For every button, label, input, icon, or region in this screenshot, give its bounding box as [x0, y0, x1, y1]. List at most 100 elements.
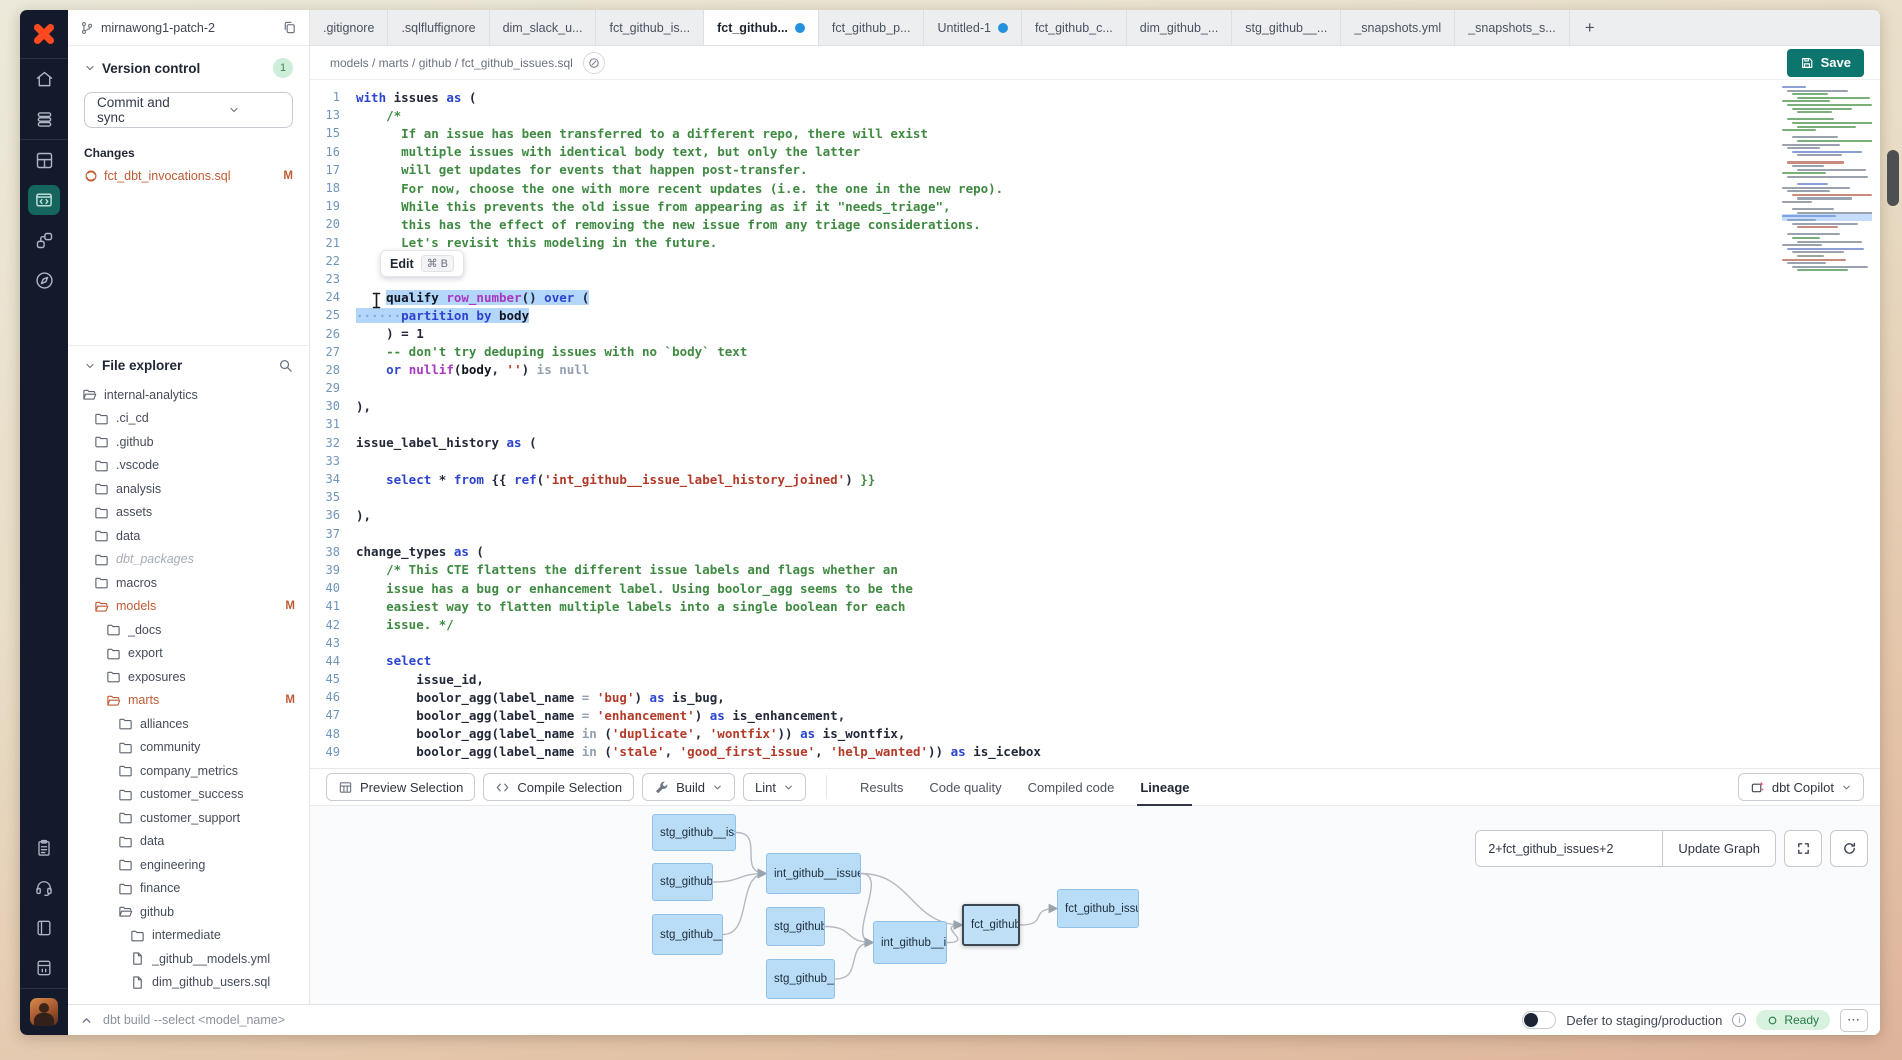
code-line[interactable]: 34 select * from {{ ref('int_github__iss… [310, 470, 1880, 488]
version-control-header[interactable]: Version control 1 [84, 58, 293, 78]
file-explorer-header[interactable]: File explorer [68, 358, 309, 373]
editor-tab[interactable]: .sqlfluffignore [388, 10, 489, 45]
code-line[interactable]: 26 ) = 1 [310, 324, 1880, 342]
update-graph-button[interactable]: Update Graph [1662, 831, 1775, 866]
code-line[interactable]: 41 easiest way to flatten multiple label… [310, 597, 1880, 615]
code-editor[interactable]: 1with issues as (13 /*15 If an issue has… [310, 80, 1880, 768]
panel-tab-compiled-code[interactable]: Compiled code [1015, 768, 1128, 806]
code-line[interactable]: 48 boolor_agg(label_name in ('duplicate'… [310, 725, 1880, 743]
file-tree-folder[interactable]: _docs [68, 618, 309, 642]
panel-tab-lineage[interactable]: Lineage [1127, 768, 1202, 806]
code-line[interactable]: 16 multiple issues with identical body t… [310, 143, 1880, 161]
lineage-node[interactable]: stg_github_... [652, 863, 713, 901]
file-tree-folder[interactable]: company_metrics [68, 759, 309, 783]
code-line[interactable]: 25······partition by body [310, 306, 1880, 324]
edit-button[interactable]: Edit [390, 257, 414, 271]
more-options-button[interactable]: ⋯ [1840, 1009, 1868, 1032]
file-tree-folder[interactable]: .ci_cd [68, 407, 309, 431]
collapse-chevron-icon[interactable] [80, 1014, 93, 1027]
editor-tab[interactable]: fct_github_p... [819, 10, 925, 45]
editor-tab[interactable]: .gitignore [310, 10, 388, 45]
editor-tab[interactable]: stg_github__... [1232, 10, 1341, 45]
tasks-icon[interactable] [20, 828, 68, 868]
save-button[interactable]: Save [1787, 49, 1864, 77]
file-tree-folder[interactable]: export [68, 642, 309, 666]
user-avatar[interactable] [20, 989, 68, 1035]
library-icon[interactable] [20, 948, 68, 988]
code-line[interactable]: 37 [310, 525, 1880, 543]
lineage-node[interactable]: fct_github_... [962, 904, 1020, 946]
code-line[interactable]: 39 /* This CTE flattens the different is… [310, 561, 1880, 579]
dashboard-icon[interactable] [20, 140, 68, 180]
code-line[interactable]: 42 issue. */ [310, 615, 1880, 633]
code-line[interactable]: 43 [310, 634, 1880, 652]
code-line[interactable]: 18 For now, choose the one with more rec… [310, 179, 1880, 197]
editor-tab[interactable]: _snapshots.yml [1341, 10, 1455, 45]
preview-selection-button[interactable]: Preview Selection [326, 773, 475, 801]
lineage-node[interactable]: fct_github_issue_s... [1057, 889, 1139, 928]
code-line[interactable]: 44 select [310, 652, 1880, 670]
fullscreen-button[interactable] [1784, 830, 1822, 867]
editor-tab[interactable]: dim_slack_u... [490, 10, 597, 45]
code-line[interactable]: 19 While this prevents the old issue fro… [310, 197, 1880, 215]
panel-tab-code-quality[interactable]: Code quality [916, 768, 1014, 806]
code-line[interactable]: 27 -- don't try deduping issues with no … [310, 343, 1880, 361]
file-tree-folder[interactable]: assets [68, 501, 309, 525]
file-tree-folder[interactable]: github [68, 900, 309, 924]
defer-toggle[interactable] [1522, 1011, 1556, 1029]
code-line[interactable]: 17 will get updates for events that happ… [310, 161, 1880, 179]
file-tree-folder[interactable]: data [68, 524, 309, 548]
file-tree-folder[interactable]: engineering [68, 853, 309, 877]
code-line[interactable]: 20 this has the effect of removing the n… [310, 215, 1880, 233]
code-line[interactable]: 21 Let's revisit this modeling in the fu… [310, 234, 1880, 252]
file-tree-folder[interactable]: alliances [68, 712, 309, 736]
file-tree-folder[interactable]: exposures [68, 665, 309, 689]
code-line[interactable]: 29 [310, 379, 1880, 397]
code-line[interactable]: 32issue_label_history as ( [310, 434, 1880, 452]
file-tree-folder[interactable]: data [68, 830, 309, 854]
jobs-icon[interactable] [20, 220, 68, 260]
code-line[interactable]: 47 boolor_agg(label_name = 'enhancement'… [310, 706, 1880, 724]
build-button[interactable]: Build [642, 773, 735, 801]
file-tree-folder[interactable]: .github [68, 430, 309, 454]
new-tab-button[interactable]: + [1570, 10, 1610, 45]
panel-tab-results[interactable]: Results [847, 768, 916, 806]
editor-tab[interactable]: Untitled-1 [924, 10, 1022, 45]
develop-icon[interactable] [20, 180, 68, 220]
search-icon[interactable] [278, 358, 293, 373]
code-line[interactable]: 40 issue has a bug or enhancement label.… [310, 579, 1880, 597]
lineage-node[interactable]: stg_github__issue_... [652, 814, 736, 851]
lineage-node[interactable]: stg_github_... [766, 907, 825, 946]
file-tree-file[interactable]: dim_github_users.sql [68, 971, 309, 995]
code-line[interactable]: 31 [310, 415, 1880, 433]
editor-tab[interactable]: fct_github_is... [596, 10, 704, 45]
code-line[interactable]: 33 [310, 452, 1880, 470]
file-tree-folder[interactable]: martsM [68, 689, 309, 713]
support-icon[interactable] [20, 868, 68, 908]
file-tree-folder[interactable]: analysis [68, 477, 309, 501]
code-line[interactable]: 45 issue_id, [310, 670, 1880, 688]
lineage-node[interactable]: stg_github__re... [766, 959, 835, 999]
code-line[interactable]: 35 [310, 488, 1880, 506]
code-line[interactable]: 36), [310, 506, 1880, 524]
lineage-node[interactable]: int_github__issue_labe... [766, 853, 861, 894]
copy-link-icon[interactable] [583, 52, 605, 74]
file-tree-folder[interactable]: internal-analytics [68, 383, 309, 407]
code-line[interactable]: 24 qualify row_number() over ( [310, 288, 1880, 306]
file-tree-folder[interactable]: dbt_packages [68, 548, 309, 572]
compile-selection-button[interactable]: Compile Selection [483, 773, 634, 801]
code-line[interactable]: 38change_types as ( [310, 543, 1880, 561]
editor-tab[interactable]: _snapshots_s... [1455, 10, 1570, 45]
lineage-selector-input[interactable] [1476, 831, 1662, 866]
code-line[interactable]: 13 /* [310, 106, 1880, 124]
editor-tab[interactable]: fct_github... [704, 10, 819, 45]
projects-icon[interactable] [20, 99, 68, 139]
copy-icon[interactable] [282, 20, 297, 35]
lineage-node[interactable]: int_github__iss... [873, 921, 947, 964]
file-tree-folder[interactable]: intermediate [68, 924, 309, 948]
docs-icon[interactable] [20, 908, 68, 948]
code-line[interactable]: 15 If an issue has been transferred to a… [310, 124, 1880, 142]
editor-tab[interactable]: dim_github_... [1127, 10, 1233, 45]
code-line[interactable]: 30), [310, 397, 1880, 415]
code-line[interactable]: 28 or nullif(body, '') is null [310, 361, 1880, 379]
